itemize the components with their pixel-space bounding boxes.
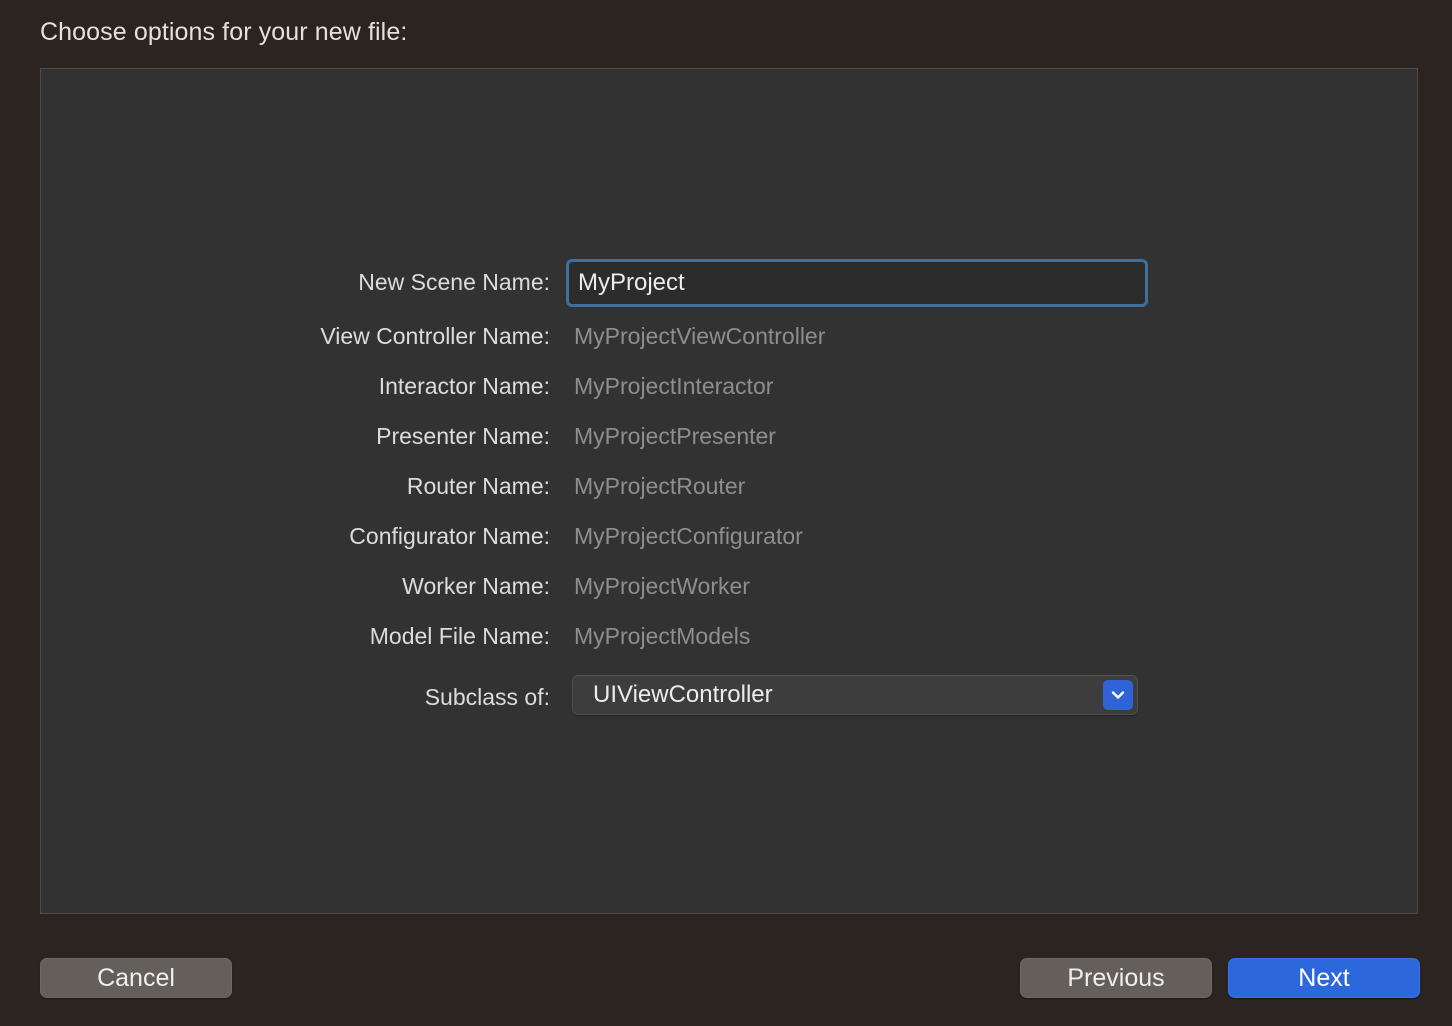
- subclass-selected-value: UIViewController: [593, 681, 773, 708]
- worker-name-value: MyProjectWorker: [574, 573, 750, 599]
- interactor-name-value: MyProjectInteractor: [574, 373, 774, 399]
- next-button[interactable]: Next: [1228, 958, 1420, 998]
- presenter-name-value: MyProjectPresenter: [574, 423, 776, 449]
- scene-name-row: New Scene Name:: [41, 259, 1417, 307]
- router-name-label: Router Name:: [406, 473, 550, 499]
- worker-name-row: Worker Name: MyProjectWorker: [41, 566, 1417, 606]
- subclass-popup-button[interactable]: UIViewController: [572, 675, 1138, 715]
- configurator-name-row: Configurator Name: MyProjectConfigurator: [41, 516, 1417, 556]
- presenter-name-row: Presenter Name: MyProjectPresenter: [41, 416, 1417, 456]
- view-controller-name-label: View Controller Name:: [320, 323, 550, 349]
- cancel-button[interactable]: Cancel: [40, 958, 232, 998]
- interactor-name-row: Interactor Name: MyProjectInteractor: [41, 366, 1417, 406]
- view-controller-name-value: MyProjectViewController: [574, 323, 826, 349]
- subclass-label: Subclass of:: [424, 684, 550, 710]
- model-file-name-value: MyProjectModels: [574, 623, 751, 649]
- sheet-title: Choose options for your new file:: [40, 18, 408, 46]
- subclass-row: Subclass of: UIViewController: [41, 675, 1417, 717]
- scene-name-field-focus-ring: [566, 259, 1148, 307]
- model-file-name-row: Model File Name: MyProjectModels: [41, 616, 1417, 656]
- chevron-down-icon: [1103, 680, 1133, 710]
- scene-name-label: New Scene Name:: [358, 269, 550, 295]
- interactor-name-label: Interactor Name:: [378, 373, 550, 399]
- router-name-row: Router Name: MyProjectRouter: [41, 466, 1417, 506]
- model-file-name-label: Model File Name:: [369, 623, 550, 649]
- new-file-options-sheet: Choose options for your new file: New Sc…: [0, 0, 1452, 1026]
- presenter-name-label: Presenter Name:: [376, 423, 550, 449]
- configurator-name-value: MyProjectConfigurator: [574, 523, 803, 549]
- previous-button[interactable]: Previous: [1020, 958, 1212, 998]
- view-controller-name-row: View Controller Name: MyProjectViewContr…: [41, 316, 1417, 356]
- worker-name-label: Worker Name:: [402, 573, 550, 599]
- configurator-name-label: Configurator Name:: [349, 523, 550, 549]
- scene-name-input[interactable]: [569, 262, 1145, 304]
- options-panel: New Scene Name: View Controller Name: My…: [40, 68, 1418, 914]
- router-name-value: MyProjectRouter: [574, 473, 746, 499]
